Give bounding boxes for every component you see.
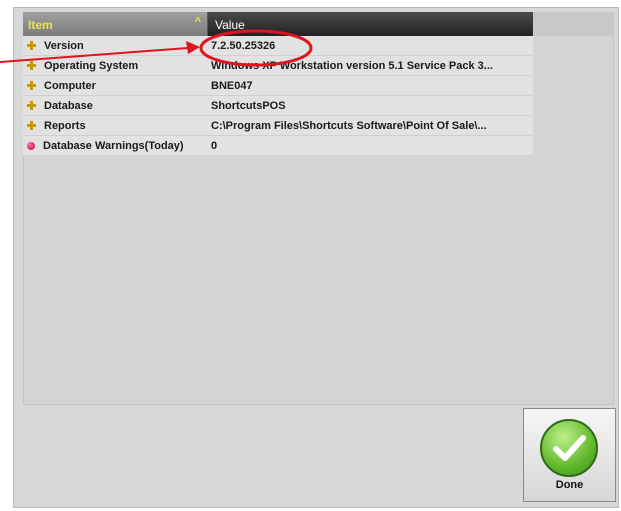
row-value-cell: BNE047 [211, 79, 253, 92]
row-item-label: Database [44, 99, 93, 112]
plus-icon[interactable] [27, 81, 36, 90]
row-item-cell: Version [23, 40, 208, 52]
table-row[interactable]: Database ShortcutsPOS [23, 96, 533, 116]
row-item-label: Reports [44, 119, 86, 132]
row-value-cell: Windows XP Workstation version 5.1 Servi… [211, 59, 493, 72]
table-row[interactable]: Version 7.2.50.25326 [23, 36, 533, 56]
row-value-cell: ShortcutsPOS [211, 99, 286, 112]
warning-dot-icon [27, 141, 35, 150]
column-header-value-label: Value [215, 18, 245, 32]
table-row[interactable]: Database Warnings(Today) 0 [23, 136, 533, 156]
grid-header: Item ^ Value [23, 12, 533, 36]
table-row[interactable]: Operating System Windows XP Workstation … [23, 56, 533, 76]
row-item-label: Operating System [44, 59, 139, 72]
column-header-item-label: Item [28, 18, 53, 32]
done-button-label: Done [555, 479, 584, 491]
row-item-label: Version [44, 39, 84, 52]
row-value-cell: 7.2.50.25326 [211, 39, 276, 52]
row-value-cell: C:\Program Files\Shortcuts Software\Poin… [211, 119, 487, 132]
checkmark-glyph [553, 435, 586, 461]
done-button[interactable]: Done [523, 408, 616, 502]
row-item-cell: Operating System [23, 60, 208, 72]
plus-icon[interactable] [27, 121, 36, 130]
row-item-cell: Database [23, 100, 208, 112]
column-header-item[interactable]: Item ^ [23, 12, 208, 36]
column-header-value[interactable]: Value [208, 12, 533, 36]
plus-icon[interactable] [27, 41, 36, 50]
grid-header-filler [533, 12, 614, 36]
row-value-cell: 0 [211, 139, 218, 152]
row-item-cell: Computer [23, 80, 208, 92]
sort-ascending-icon: ^ [194, 16, 201, 28]
row-item-label: Database Warnings(Today) [43, 139, 184, 152]
info-rows: Version 7.2.50.25326 Operating System Wi… [23, 36, 533, 156]
row-item-cell: Database Warnings(Today) [23, 140, 208, 152]
plus-icon[interactable] [27, 61, 36, 70]
table-row[interactable]: Reports C:\Program Files\Shortcuts Softw… [23, 116, 533, 136]
table-row[interactable]: Computer BNE047 [23, 76, 533, 96]
checkmark-icon [540, 419, 598, 477]
row-item-label: Computer [44, 79, 96, 92]
row-item-cell: Reports [23, 120, 208, 132]
plus-icon[interactable] [27, 101, 36, 110]
